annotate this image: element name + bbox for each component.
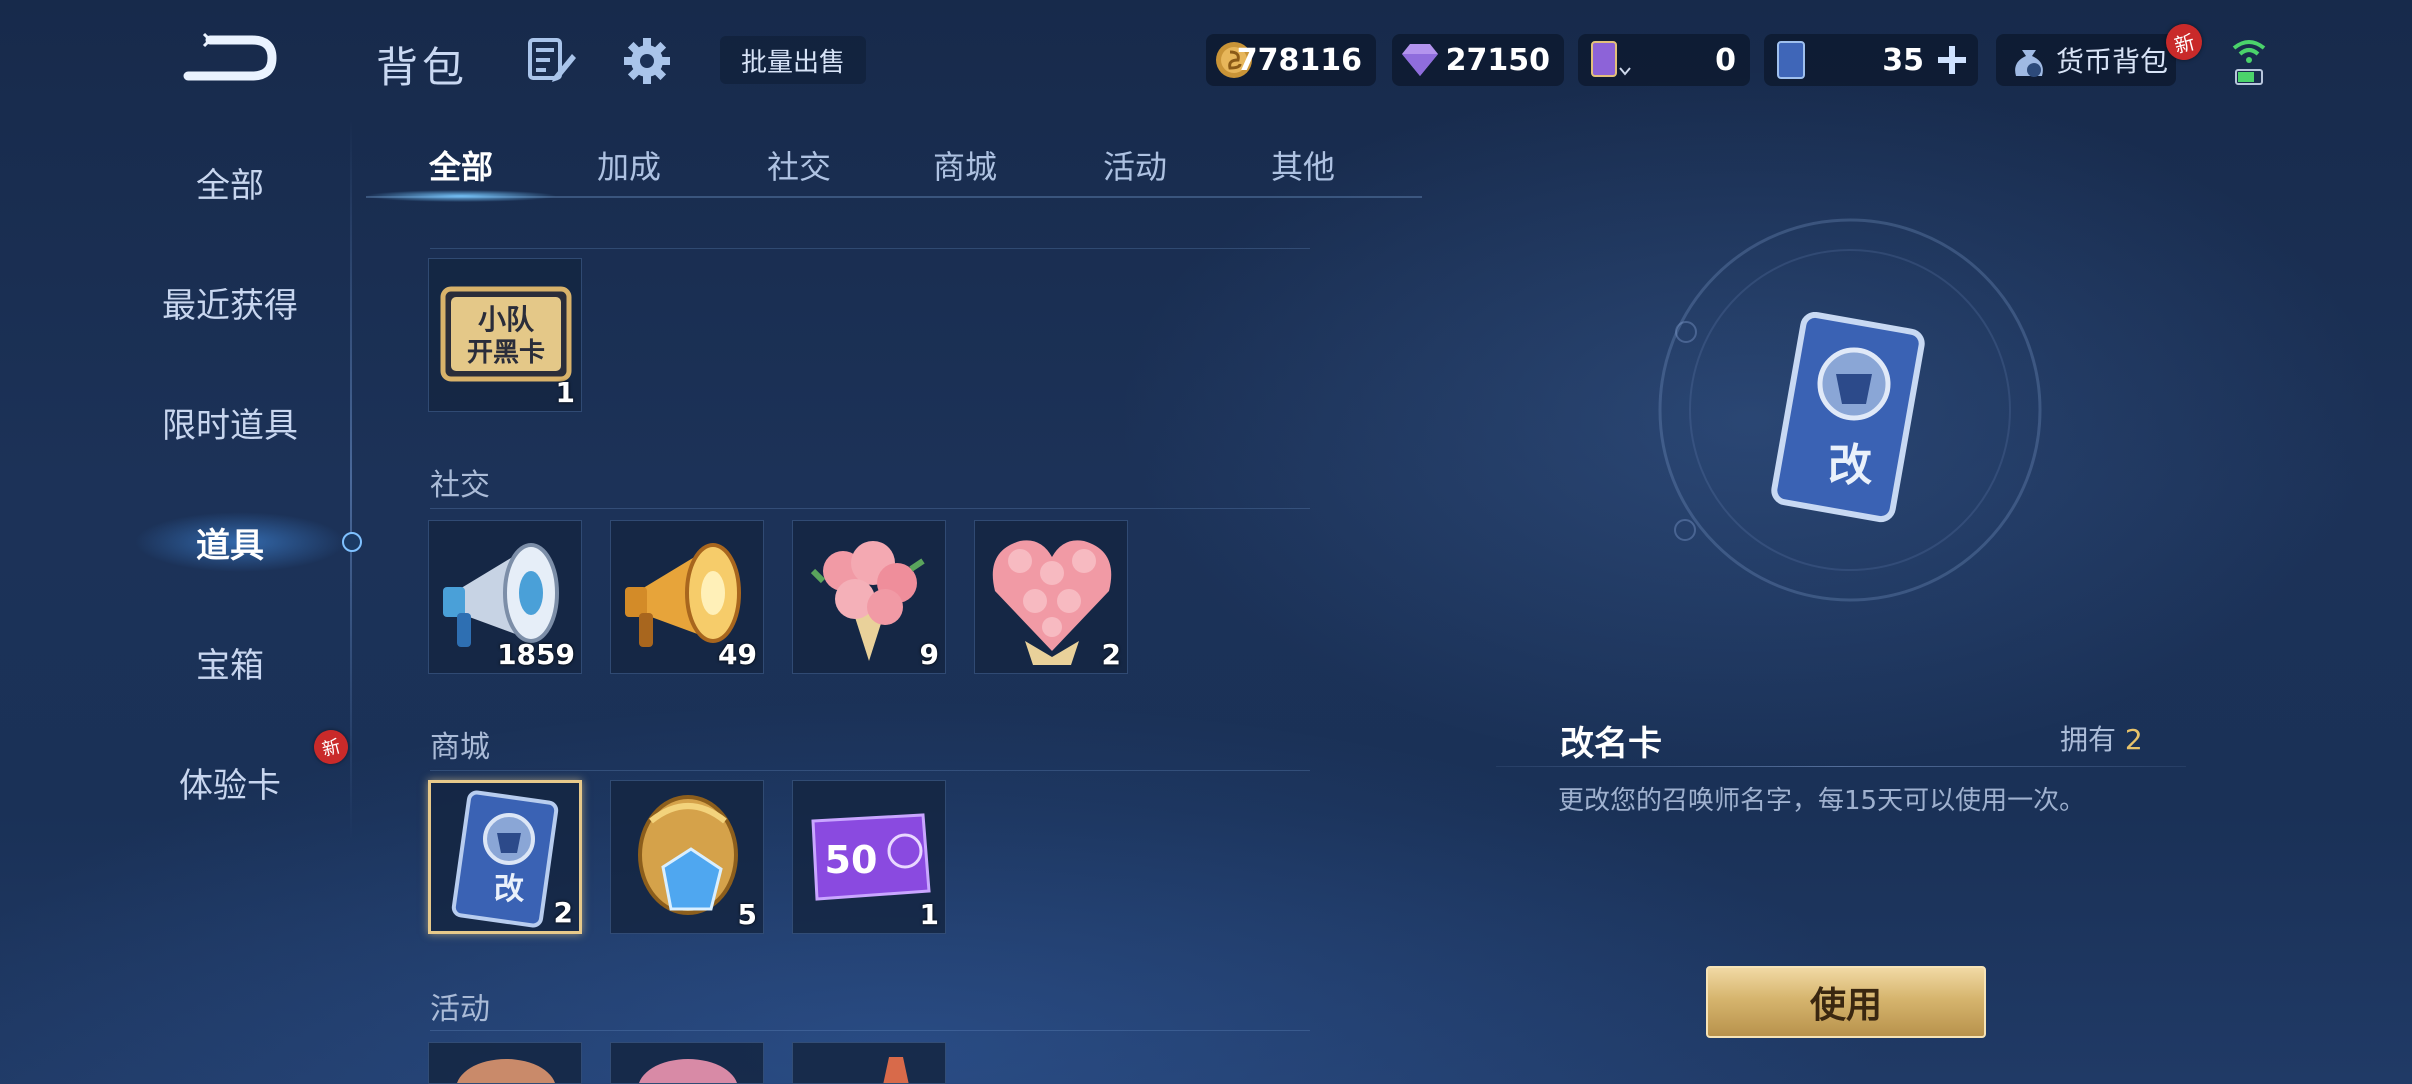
item-rename-card[interactable]: 改 2 — [428, 780, 582, 934]
wifi-icon — [2232, 40, 2266, 85]
section-social-label: 社交 — [430, 468, 490, 503]
rename-card-value: 35 — [1882, 42, 1924, 78]
svg-text:开黑卡: 开黑卡 — [467, 338, 545, 368]
diamond-value: 27150 — [1445, 42, 1550, 78]
detail-divider — [1496, 766, 2186, 767]
owned-count: 2 — [2124, 723, 2143, 756]
diamond-icon — [1402, 44, 1438, 76]
section-mall-label: 商城 — [430, 730, 490, 765]
item-activity-3[interactable] — [792, 1042, 946, 1084]
money-bag-icon — [2015, 50, 2043, 77]
item-rose-heart[interactable]: 2 — [974, 520, 1128, 674]
tab-social[interactable]: 社交 — [714, 140, 884, 190]
item-count: 49 — [718, 638, 757, 671]
back-button[interactable] — [180, 28, 280, 88]
sidebar-active-indicator — [342, 532, 362, 552]
gold-coin-counter: 778116 — [1206, 34, 1376, 86]
back-arrow-icon — [183, 32, 277, 81]
item-count: 2 — [1101, 638, 1121, 671]
network-status — [2226, 34, 2272, 90]
sidebar-item-chests[interactable]: 宝箱 — [110, 630, 350, 694]
sidebar-item-trial-cards[interactable]: 体验卡 — [110, 750, 350, 814]
section-divider — [430, 508, 1310, 509]
sidebar-item-recent[interactable]: 最近获得 — [110, 270, 350, 334]
diamond-counter: 27150 — [1392, 34, 1564, 86]
currency-wallet-button[interactable]: 货币背包 — [1996, 34, 2176, 86]
sidebar-item-props[interactable]: 道具 — [110, 510, 350, 574]
section-divider — [430, 248, 1310, 249]
activity-item-icon — [639, 1059, 737, 1083]
batch-sell-button[interactable]: 批量出售 — [720, 36, 866, 84]
hero-card-icon — [1591, 41, 1631, 77]
tab-other[interactable]: 其他 — [1218, 140, 1388, 190]
item-gold-megaphone[interactable]: 49 — [610, 520, 764, 674]
rename-card-char: 改 — [494, 872, 524, 907]
owned-count-row: 拥有 2 — [2060, 718, 2143, 758]
rename-card-large-icon: 改 — [1771, 312, 1925, 523]
tab-active-glow — [366, 190, 556, 202]
section-divider — [430, 1030, 1310, 1031]
sidebar-divider — [350, 120, 352, 840]
section-divider — [430, 770, 1310, 771]
item-description: 更改您的召唤师名字，每15天可以使用一次。 — [1558, 786, 2086, 816]
currency-wallet-label: 货币背包 — [2056, 45, 2169, 78]
voucher-value: 50 — [825, 838, 878, 882]
hero-card-counter[interactable]: 0 — [1578, 34, 1750, 86]
tab-all[interactable]: 全部 — [376, 140, 546, 190]
item-gold-gem-egg[interactable]: 5 — [610, 780, 764, 934]
item-silver-megaphone[interactable]: 1859 — [428, 520, 582, 674]
rename-card-large-char: 改 — [1828, 440, 1872, 491]
item-name: 改名卡 — [1560, 724, 1662, 764]
use-button[interactable]: 使用 — [1706, 966, 1986, 1038]
sidebar-item-all[interactable]: 全部 — [110, 150, 350, 214]
tab-activity[interactable]: 活动 — [1050, 140, 1220, 190]
gear-icon[interactable] — [622, 36, 672, 86]
activity-item-icon — [457, 1059, 555, 1083]
activity-item-icon — [883, 1057, 909, 1083]
svg-text:小队: 小队 — [478, 303, 535, 336]
item-squad-card[interactable]: 小队 开黑卡 1 — [428, 258, 582, 412]
page-title: 背包 — [376, 43, 469, 92]
section-activity-label: 活动 — [430, 992, 490, 1027]
tab-mall[interactable]: 商城 — [880, 140, 1050, 190]
item-count: 5 — [737, 898, 757, 931]
rename-card-counter[interactable]: 35 — [1764, 34, 1978, 86]
edit-icon[interactable] — [526, 36, 578, 84]
item-activity-1[interactable] — [428, 1042, 582, 1084]
rename-card-small-icon — [1777, 41, 1805, 79]
item-activity-2[interactable] — [610, 1042, 764, 1084]
item-voucher-50[interactable]: 50 1 — [792, 780, 946, 934]
item-rose-bouquet[interactable]: 9 — [792, 520, 946, 674]
item-count: 1859 — [497, 638, 575, 671]
item-count: 1 — [919, 898, 939, 931]
hero-card-value: 0 — [1715, 42, 1736, 78]
tab-boost[interactable]: 加成 — [544, 140, 714, 190]
item-count: 9 — [919, 638, 939, 671]
gold-coin-value: 778116 — [1236, 42, 1362, 78]
plus-icon[interactable] — [1936, 44, 1968, 76]
owned-label: 拥有 — [2060, 723, 2117, 756]
item-count: 2 — [553, 896, 573, 929]
item-count: 1 — [555, 376, 575, 409]
sidebar-item-limited[interactable]: 限时道具 — [110, 390, 350, 454]
